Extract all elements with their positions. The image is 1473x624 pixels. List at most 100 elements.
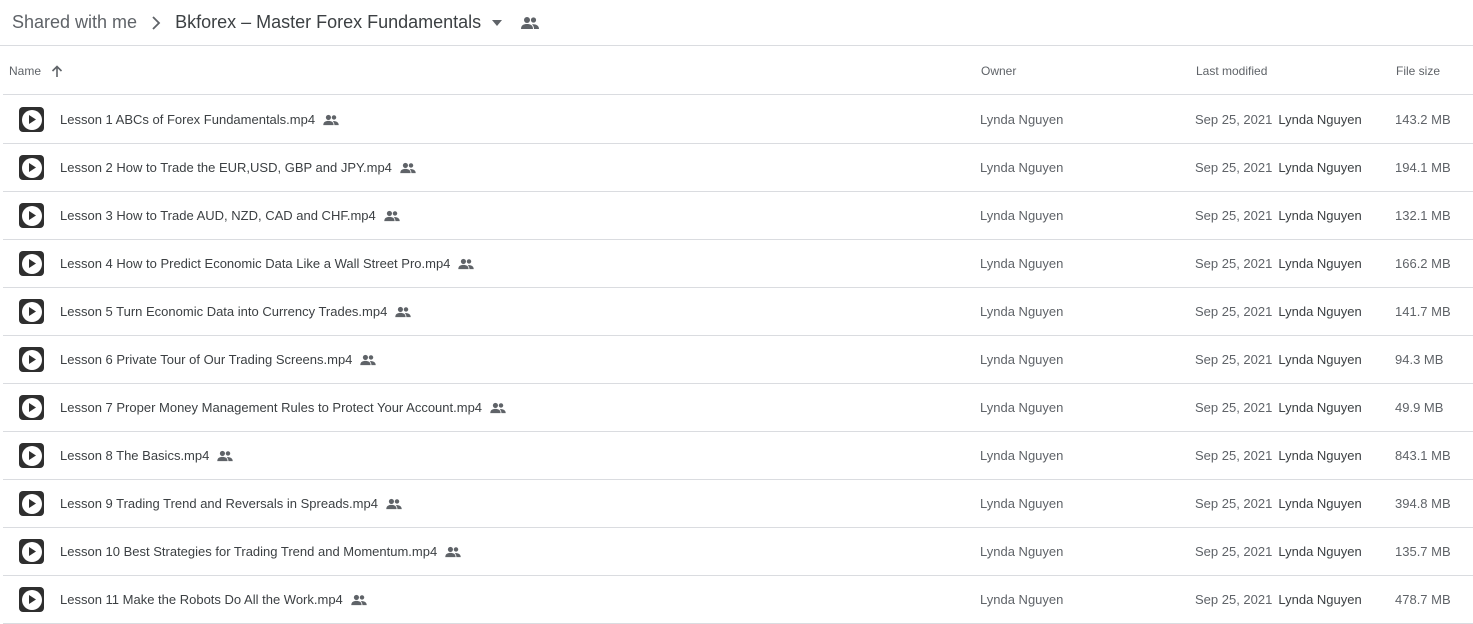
video-thumbnail xyxy=(19,491,44,516)
file-modified-by: Lynda Nguyen xyxy=(1278,304,1362,319)
file-name: Lesson 3 How to Trade AUD, NZD, CAD and … xyxy=(60,208,376,223)
file-owner: Lynda Nguyen xyxy=(980,400,1064,415)
video-play-icon xyxy=(21,541,42,562)
file-row[interactable]: Lesson 10 Best Strategies for Trading Tr… xyxy=(3,528,1473,576)
file-modified-date: Sep 25, 2021 xyxy=(1195,160,1273,175)
video-thumbnail xyxy=(19,347,44,372)
file-row[interactable]: Lesson 2 How to Trade the EUR,USD, GBP a… xyxy=(3,144,1473,192)
people-icon xyxy=(458,258,475,270)
file-size: 132.1 MB xyxy=(1395,208,1451,223)
video-thumbnail xyxy=(19,203,44,228)
file-modified-date: Sep 25, 2021 xyxy=(1195,112,1273,127)
file-size: 141.7 MB xyxy=(1395,304,1451,319)
file-modified-by: Lynda Nguyen xyxy=(1278,160,1362,175)
file-owner: Lynda Nguyen xyxy=(980,256,1064,271)
video-play-icon xyxy=(21,205,42,226)
video-thumbnail xyxy=(19,395,44,420)
video-play-icon xyxy=(21,589,42,610)
file-modified-by: Lynda Nguyen xyxy=(1278,112,1362,127)
file-modified-by: Lynda Nguyen xyxy=(1278,400,1362,415)
file-modified-date: Sep 25, 2021 xyxy=(1195,496,1273,511)
video-thumbnail xyxy=(19,587,44,612)
file-owner: Lynda Nguyen xyxy=(980,112,1064,127)
breadcrumb-shared-with-me[interactable]: Shared with me xyxy=(12,12,137,33)
column-header-name-label: Name xyxy=(9,64,42,78)
file-name: Lesson 2 How to Trade the EUR,USD, GBP a… xyxy=(60,160,392,175)
column-header-row: Name Owner Last modified File size xyxy=(3,47,1473,95)
column-header-owner[interactable]: Owner xyxy=(981,47,1016,95)
file-modified-by: Lynda Nguyen xyxy=(1278,352,1362,367)
breadcrumb-current-folder[interactable]: Bkforex – Master Forex Fundamentals xyxy=(175,12,481,33)
file-row[interactable]: Lesson 3 How to Trade AUD, NZD, CAD and … xyxy=(3,192,1473,240)
file-modified-date: Sep 25, 2021 xyxy=(1195,400,1273,415)
file-size: 49.9 MB xyxy=(1395,400,1444,415)
file-modified-date: Sep 25, 2021 xyxy=(1195,544,1273,559)
file-size: 394.8 MB xyxy=(1395,496,1451,511)
file-owner: Lynda Nguyen xyxy=(980,592,1064,607)
file-modified-by: Lynda Nguyen xyxy=(1278,496,1362,511)
file-name: Lesson 10 Best Strategies for Trading Tr… xyxy=(60,544,438,559)
column-header-file-size[interactable]: File size xyxy=(1396,47,1440,95)
video-play-icon xyxy=(21,301,42,322)
people-icon xyxy=(400,162,416,174)
video-play-icon xyxy=(21,493,42,514)
file-row[interactable]: Lesson 5 Turn Economic Data into Currenc… xyxy=(3,288,1473,336)
file-owner: Lynda Nguyen xyxy=(980,304,1064,319)
file-row[interactable]: Lesson 1 ABCs of Forex Fundamentals.mp4 … xyxy=(3,96,1473,144)
file-size: 843.1 MB xyxy=(1395,448,1451,463)
file-size: 166.2 MB xyxy=(1395,256,1451,271)
people-icon xyxy=(360,354,377,366)
video-play-icon xyxy=(21,157,42,178)
file-modified-by: Lynda Nguyen xyxy=(1278,592,1362,607)
file-name: Lesson 6 Private Tour of Our Trading Scr… xyxy=(60,352,353,367)
file-name: Lesson 4 How to Predict Economic Data Li… xyxy=(60,256,451,271)
file-modified-by: Lynda Nguyen xyxy=(1278,544,1362,559)
video-play-icon xyxy=(21,253,42,274)
file-row[interactable]: Lesson 6 Private Tour of Our Trading Scr… xyxy=(3,336,1473,384)
people-icon xyxy=(384,210,400,222)
file-modified-date: Sep 25, 2021 xyxy=(1195,592,1273,607)
file-modified-date: Sep 25, 2021 xyxy=(1195,352,1273,367)
breadcrumb: Shared with me Bkforex – Master Forex Fu… xyxy=(0,0,1473,46)
video-play-icon xyxy=(21,349,42,370)
file-owner: Lynda Nguyen xyxy=(980,160,1064,175)
video-thumbnail xyxy=(19,251,44,276)
arrow-up-icon[interactable] xyxy=(51,64,63,78)
file-modified-by: Lynda Nguyen xyxy=(1278,256,1362,271)
file-size: 194.1 MB xyxy=(1395,160,1451,175)
people-icon xyxy=(386,498,402,510)
video-thumbnail xyxy=(19,155,44,180)
file-size: 135.7 MB xyxy=(1395,544,1451,559)
people-icon xyxy=(217,450,234,462)
file-name: Lesson 9 Trading Trend and Reversals in … xyxy=(60,496,378,511)
column-header-name[interactable]: Name xyxy=(9,47,63,95)
file-row[interactable]: Lesson 7 Proper Money Management Rules t… xyxy=(3,384,1473,432)
file-size: 478.7 MB xyxy=(1395,592,1451,607)
file-owner: Lynda Nguyen xyxy=(980,448,1064,463)
video-play-icon xyxy=(21,445,42,466)
file-row[interactable]: Lesson 9 Trading Trend and Reversals in … xyxy=(3,480,1473,528)
video-thumbnail xyxy=(19,107,44,132)
file-name: Lesson 7 Proper Money Management Rules t… xyxy=(60,400,483,415)
file-row[interactable]: Lesson 4 How to Predict Economic Data Li… xyxy=(3,240,1473,288)
column-header-last-modified[interactable]: Last modified xyxy=(1196,47,1267,95)
people-icon xyxy=(445,546,461,558)
file-row[interactable]: Lesson 11 Make the Robots Do All the Wor… xyxy=(3,576,1473,624)
file-modified-date: Sep 25, 2021 xyxy=(1195,448,1273,463)
file-owner: Lynda Nguyen xyxy=(980,544,1064,559)
file-row[interactable]: Lesson 8 The Basics.mp4 Lynda Nguyen Sep… xyxy=(3,432,1473,480)
file-size: 94.3 MB xyxy=(1395,352,1444,367)
people-icon xyxy=(521,16,540,30)
chevron-right-icon xyxy=(151,15,161,30)
file-list: Lesson 1 ABCs of Forex Fundamentals.mp4 … xyxy=(3,96,1473,624)
file-modified-date: Sep 25, 2021 xyxy=(1195,256,1273,271)
people-icon xyxy=(323,114,339,126)
people-icon xyxy=(490,402,506,414)
video-thumbnail xyxy=(19,539,44,564)
file-modified-by: Lynda Nguyen xyxy=(1278,448,1362,463)
people-icon xyxy=(395,306,412,318)
video-play-icon xyxy=(21,397,42,418)
file-name: Lesson 8 The Basics.mp4 xyxy=(60,448,210,463)
file-modified-by: Lynda Nguyen xyxy=(1278,208,1362,223)
arrow-drop-down-icon[interactable] xyxy=(491,19,503,27)
